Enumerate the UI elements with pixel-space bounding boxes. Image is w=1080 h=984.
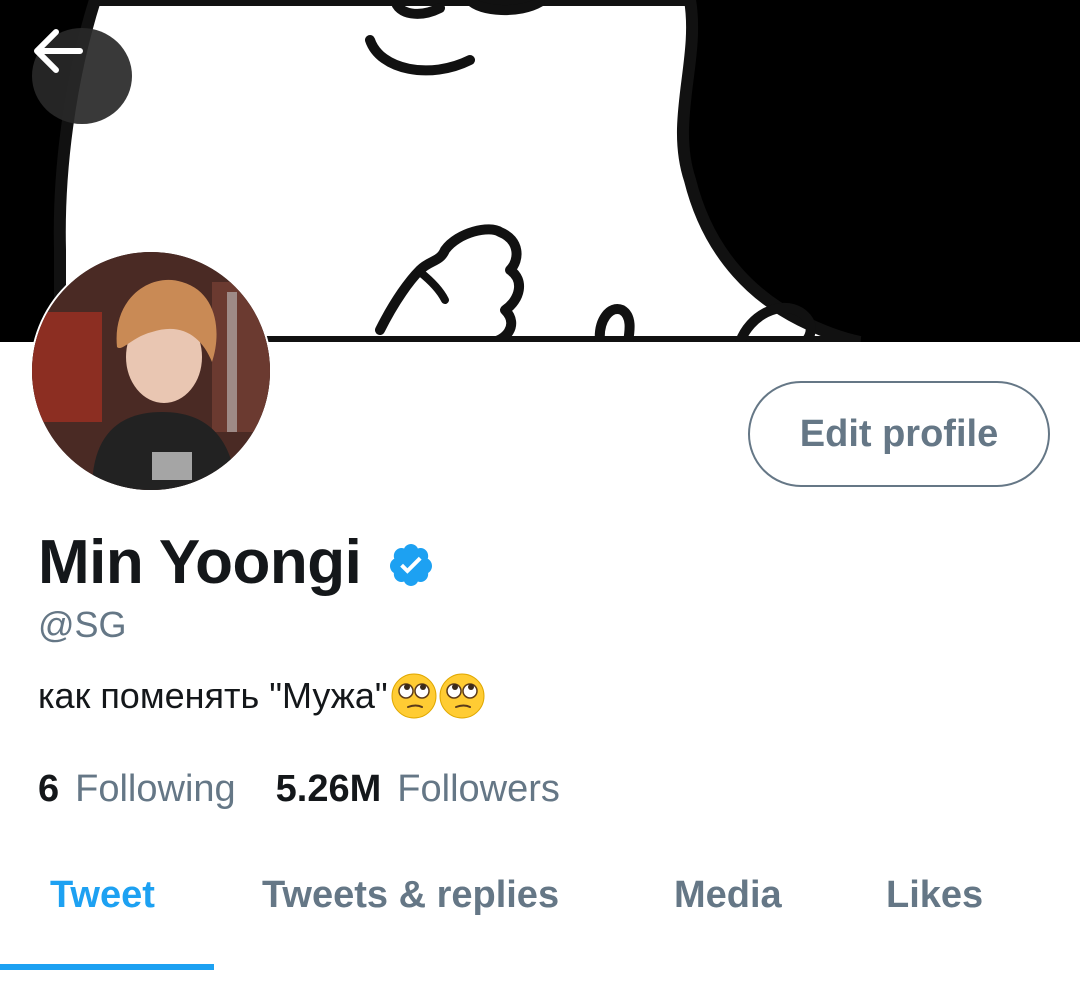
rolling-eyes-emoji-icon [391, 673, 437, 719]
tab-media[interactable]: Media [674, 874, 782, 917]
profile-handle: @SG [38, 604, 127, 645]
following-count: 6 [38, 768, 60, 810]
profile-bio: как поменять "Мужа" [38, 672, 486, 720]
following-label: Following [75, 768, 236, 810]
followers-label: Followers [397, 768, 560, 810]
avatar-photo [32, 252, 270, 490]
active-tab-indicator [0, 964, 214, 970]
profile-stats: 6 Following 5.26M Followers [38, 768, 560, 811]
display-name: Min Yoongi [38, 527, 362, 597]
arrow-left-icon [34, 29, 83, 73]
avatar[interactable] [30, 250, 272, 492]
tab-tweets-replies[interactable]: Tweets & replies [262, 874, 559, 917]
following-link[interactable]: 6 Following [38, 768, 236, 811]
rolling-eyes-emoji-icon [439, 673, 485, 719]
followers-count: 5.26M [275, 768, 382, 810]
edit-profile-button[interactable]: Edit profile [748, 381, 1050, 487]
bio-text: как поменять "Мужа" [38, 675, 388, 716]
profile-tabs: Tweet Tweets & replies Media Likes [0, 860, 1080, 984]
tab-likes[interactable]: Likes [886, 874, 983, 917]
profile-name-row: Min Yoongi [38, 522, 435, 602]
followers-link[interactable]: 5.26M Followers [276, 768, 560, 811]
tab-tweets[interactable]: Tweet [50, 874, 155, 917]
bio-emojis [390, 672, 486, 720]
verified-badge-icon [390, 544, 433, 586]
back-button[interactable] [32, 28, 132, 124]
